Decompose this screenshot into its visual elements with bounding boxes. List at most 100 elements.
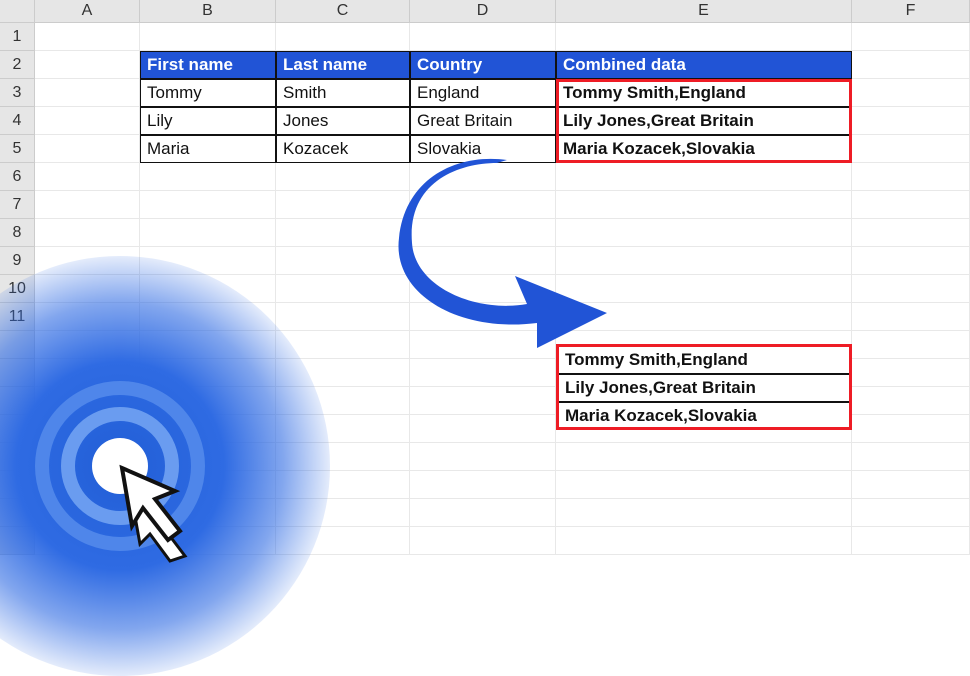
col-header-E[interactable]: E: [556, 0, 852, 23]
cell-blank[interactable]: [852, 471, 970, 499]
row-header-11[interactable]: 11: [0, 303, 35, 331]
cell-blank[interactable]: [410, 443, 556, 471]
cell-A2[interactable]: [35, 51, 140, 79]
row-header-blank-c[interactable]: [0, 387, 35, 415]
cell-C4[interactable]: Jones: [276, 107, 410, 135]
cell-B10[interactable]: [140, 275, 276, 303]
cell-F5[interactable]: [852, 135, 970, 163]
cell-E4[interactable]: Lily Jones,Great Britain: [556, 107, 852, 135]
cell-blank[interactable]: [35, 527, 140, 555]
row-header-4[interactable]: 4: [0, 107, 35, 135]
cell-blank[interactable]: [852, 415, 970, 443]
cell-A10[interactable]: [35, 275, 140, 303]
cell-A11[interactable]: [35, 303, 140, 331]
cell-E5[interactable]: Maria Kozacek,Slovakia: [556, 135, 852, 163]
cell-blank[interactable]: [556, 527, 852, 555]
cell-C10[interactable]: [276, 275, 410, 303]
cell-D8[interactable]: [410, 219, 556, 247]
col-header-D[interactable]: D: [410, 0, 556, 23]
cell-A9[interactable]: [35, 247, 140, 275]
row-header-blank-f[interactable]: [0, 471, 35, 499]
cell-blank[interactable]: [276, 359, 410, 387]
cell-D4[interactable]: Great Britain: [410, 107, 556, 135]
cell-D3[interactable]: England: [410, 79, 556, 107]
cell-D6[interactable]: [410, 163, 556, 191]
cell-blank[interactable]: [140, 387, 276, 415]
cell-D9[interactable]: [410, 247, 556, 275]
cell-blank[interactable]: [35, 331, 140, 359]
row-header-blank-d[interactable]: [0, 415, 35, 443]
cell-blank[interactable]: [276, 471, 410, 499]
cell-blank[interactable]: [556, 471, 852, 499]
cell-E11[interactable]: [556, 303, 852, 331]
cell-blank[interactable]: [276, 387, 410, 415]
cell-blank[interactable]: [410, 331, 556, 359]
cell-blank[interactable]: [140, 471, 276, 499]
cell-B8[interactable]: [140, 219, 276, 247]
cell-E6[interactable]: [556, 163, 852, 191]
cell-blank[interactable]: [276, 331, 410, 359]
cell-F6[interactable]: [852, 163, 970, 191]
cell-E9[interactable]: [556, 247, 852, 275]
cell-D5[interactable]: Slovakia: [410, 135, 556, 163]
cell-C1[interactable]: [276, 23, 410, 51]
cell-B9[interactable]: [140, 247, 276, 275]
cell-blank[interactable]: [852, 527, 970, 555]
row-header-10[interactable]: 10: [0, 275, 35, 303]
cell-E10[interactable]: [556, 275, 852, 303]
cell-blank[interactable]: [276, 527, 410, 555]
cell-B7[interactable]: [140, 191, 276, 219]
cell-blank[interactable]: [35, 359, 140, 387]
cell-A8[interactable]: [35, 219, 140, 247]
cell-B2[interactable]: First name: [140, 51, 276, 79]
cell-D11[interactable]: [410, 303, 556, 331]
cell-blank[interactable]: [140, 331, 276, 359]
row-header-2[interactable]: 2: [0, 51, 35, 79]
cell-E7[interactable]: [556, 191, 852, 219]
cell-B3[interactable]: Tommy: [140, 79, 276, 107]
cell-F1[interactable]: [852, 23, 970, 51]
cell-D7[interactable]: [410, 191, 556, 219]
row-header-6[interactable]: 6: [0, 163, 35, 191]
cell-blank[interactable]: [35, 471, 140, 499]
cell-A6[interactable]: [35, 163, 140, 191]
cell-D10[interactable]: [410, 275, 556, 303]
cell-blank[interactable]: [852, 331, 970, 359]
col-header-A[interactable]: A: [35, 0, 140, 23]
cell-blank[interactable]: [276, 499, 410, 527]
cell-E3[interactable]: Tommy Smith,England: [556, 79, 852, 107]
row-header-9[interactable]: 9: [0, 247, 35, 275]
cell-F2[interactable]: [852, 51, 970, 79]
cell-F9[interactable]: [852, 247, 970, 275]
cell-B6[interactable]: [140, 163, 276, 191]
row-header-7[interactable]: 7: [0, 191, 35, 219]
cell-blank[interactable]: [35, 415, 140, 443]
cell-A5[interactable]: [35, 135, 140, 163]
cell-blank[interactable]: [35, 499, 140, 527]
cell-A7[interactable]: [35, 191, 140, 219]
cell-blank[interactable]: [410, 387, 556, 415]
cell-blank[interactable]: [410, 471, 556, 499]
row-header-blank-g[interactable]: [0, 499, 35, 527]
cell-F8[interactable]: [852, 219, 970, 247]
cell-E8[interactable]: [556, 219, 852, 247]
row-header-8[interactable]: 8: [0, 219, 35, 247]
row-header-5[interactable]: 5: [0, 135, 35, 163]
cell-F11[interactable]: [852, 303, 970, 331]
col-header-C[interactable]: C: [276, 0, 410, 23]
cell-E2[interactable]: Combined data: [556, 51, 852, 79]
row-header-3[interactable]: 3: [0, 79, 35, 107]
cell-B5[interactable]: Maria: [140, 135, 276, 163]
row-header-blank-h[interactable]: [0, 527, 35, 555]
cell-blank[interactable]: [852, 443, 970, 471]
cell-blank[interactable]: [140, 527, 276, 555]
cell-blank[interactable]: [852, 359, 970, 387]
cell-C5[interactable]: Kozacek: [276, 135, 410, 163]
cell-blank[interactable]: [410, 415, 556, 443]
cell-blank[interactable]: [556, 443, 852, 471]
cell-F3[interactable]: [852, 79, 970, 107]
cell-C6[interactable]: [276, 163, 410, 191]
cell-A4[interactable]: [35, 107, 140, 135]
cell-B4[interactable]: Lily: [140, 107, 276, 135]
row-header-blank-b[interactable]: [0, 359, 35, 387]
